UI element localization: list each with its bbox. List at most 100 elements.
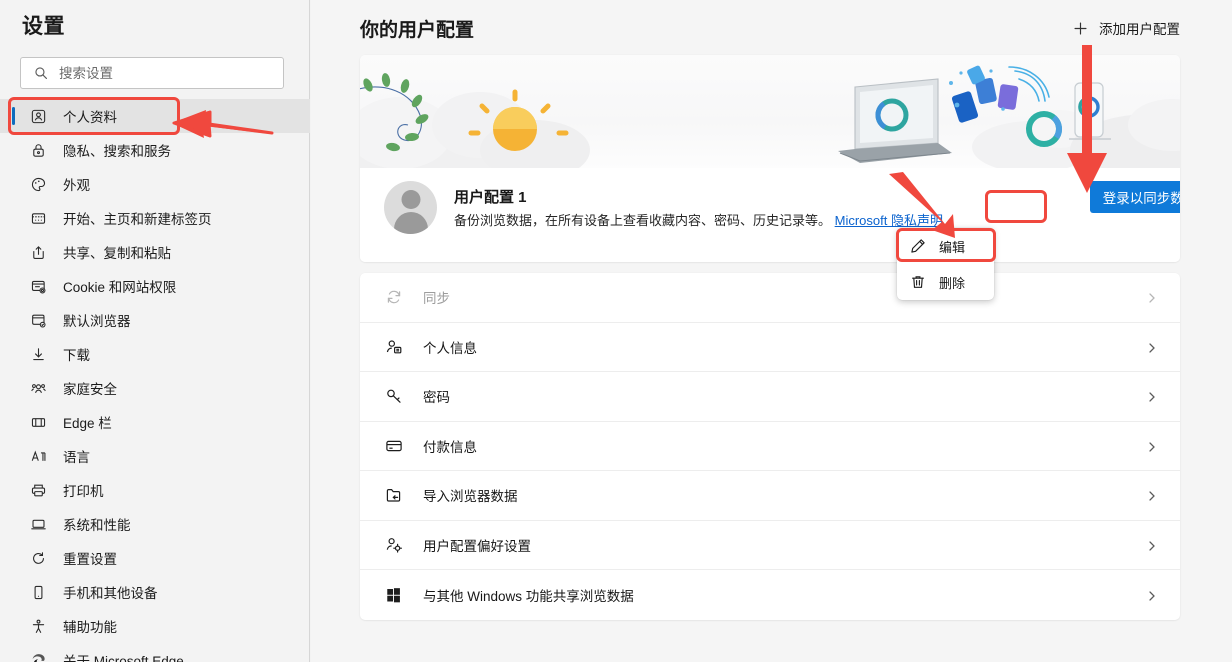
- search-box[interactable]: [20, 57, 284, 89]
- privacy-statement-link[interactable]: Microsoft 隐私声明: [835, 213, 943, 228]
- sidebar-item-share-copy-paste[interactable]: 共享、复制和粘贴: [0, 235, 310, 269]
- sidebar-item-label: 关于 Microsoft Edge: [63, 650, 184, 662]
- sidebar-item-label: 个人资料: [63, 106, 117, 126]
- profile-name: 用户配置 1: [454, 186, 527, 207]
- context-menu-item-label: 删除: [939, 273, 965, 292]
- page-title: 设置: [22, 10, 65, 40]
- list-row-share-with-windows[interactable]: 与其他 Windows 功能共享浏览数据: [360, 570, 1180, 620]
- profile-card: 用户配置 1 备份浏览数据，在所有设备上查看收藏内容、密码、历史记录等。 Mic…: [360, 55, 1180, 262]
- chevron-right-icon: [1146, 390, 1158, 402]
- chevron-right-icon: [1146, 440, 1158, 452]
- sidebar-item-languages[interactable]: 语言: [0, 439, 310, 473]
- palette-icon: [30, 176, 47, 193]
- sidebar-item-start-home-newtab[interactable]: 开始、主页和新建标签页: [0, 201, 310, 235]
- sidebar-item-accessibility[interactable]: 辅助功能: [0, 609, 310, 643]
- sidebar-item-label: Edge 栏: [63, 412, 112, 432]
- sidebar-item-label: 手机和其他设备: [63, 582, 158, 602]
- family-icon: [30, 380, 47, 397]
- window-icon: [30, 210, 47, 227]
- context-menu-item-label: 编辑: [939, 237, 965, 256]
- edge-logo-icon: [30, 652, 47, 662]
- key-icon: [384, 387, 403, 406]
- reset-icon: [30, 550, 47, 567]
- chevron-right-icon: [1146, 291, 1158, 303]
- sidebar-nav: 个人资料 隐私、搜索和服务: [0, 99, 310, 662]
- main-content: 你的用户配置 添加用户配置: [311, 0, 1232, 662]
- sidebar: 设置 个人资料: [0, 0, 310, 662]
- profile-info: 用户配置 1 备份浏览数据，在所有设备上查看收藏内容、密码、历史记录等。 Mic…: [360, 168, 1180, 262]
- trash-icon: [910, 274, 926, 290]
- search-icon: [34, 66, 48, 80]
- add-profile-button[interactable]: 添加用户配置: [1073, 18, 1180, 38]
- default-browser-icon: [30, 312, 47, 329]
- add-profile-label: 添加用户配置: [1099, 18, 1180, 38]
- sidebar-item-label: 重置设置: [63, 548, 117, 568]
- context-menu-item-delete[interactable]: 删除: [897, 264, 994, 300]
- chevron-right-icon: [1146, 341, 1158, 353]
- settings-page: 设置 个人资料: [0, 0, 1232, 662]
- avatar-shoulders: [394, 212, 428, 234]
- sidebar-item-appearance[interactable]: 外观: [0, 167, 310, 201]
- sidebar-item-printers[interactable]: 打印机: [0, 473, 310, 507]
- chevron-right-icon: [1146, 589, 1158, 601]
- sidebar-item-reset-settings[interactable]: 重置设置: [0, 541, 310, 575]
- accessibility-icon: [30, 618, 47, 635]
- cookie-permissions-icon: [30, 278, 47, 295]
- profile-context-menu: 编辑 删除: [897, 228, 994, 300]
- phone-icon: [30, 584, 47, 601]
- list-row-label: 个人信息: [423, 337, 1146, 357]
- sidebar-item-label: 共享、复制和粘贴: [63, 242, 171, 262]
- list-row-label: 用户配置偏好设置: [423, 535, 1146, 555]
- edge-bar-icon: [30, 414, 47, 431]
- import-folder-icon: [384, 486, 403, 505]
- sidebar-item-label: 语言: [63, 446, 90, 466]
- sidebar-item-about-edge[interactable]: 关于 Microsoft Edge: [0, 643, 310, 662]
- language-icon: [30, 448, 47, 465]
- sidebar-item-default-browser[interactable]: 默认浏览器: [0, 303, 310, 337]
- download-icon: [30, 346, 47, 363]
- list-row-label: 同步: [423, 287, 1146, 307]
- sign-in-sync-button[interactable]: 登录以同步数据: [1090, 181, 1180, 213]
- list-row-personal-info[interactable]: 个人信息: [360, 323, 1180, 373]
- sidebar-item-label: 默认浏览器: [63, 310, 131, 330]
- sync-icon: [384, 288, 403, 307]
- profile-settings-list: 同步 个人信息: [360, 273, 1180, 620]
- person-card-icon: [384, 337, 403, 356]
- profile-icon: [30, 108, 47, 125]
- sidebar-item-privacy[interactable]: 隐私、搜索和服务: [0, 133, 310, 167]
- chevron-right-icon: [1146, 489, 1158, 501]
- sidebar-item-label: 辅助功能: [63, 616, 117, 636]
- search-input[interactable]: [59, 59, 269, 87]
- system-icon: [30, 516, 47, 533]
- avatar-head: [401, 190, 420, 209]
- sidebar-item-label: 开始、主页和新建标签页: [63, 208, 212, 228]
- sidebar-item-family-safety[interactable]: 家庭安全: [0, 371, 310, 405]
- sidebar-item-phone-other-devices[interactable]: 手机和其他设备: [0, 575, 310, 609]
- sidebar-item-label: 下载: [63, 344, 90, 364]
- sidebar-item-label: Cookie 和网站权限: [63, 276, 176, 296]
- chevron-right-icon: [1146, 539, 1158, 551]
- pencil-icon: [910, 238, 926, 254]
- list-row-label: 密码: [423, 386, 1146, 406]
- windows-logo-icon: [384, 585, 403, 604]
- list-row-sync[interactable]: 同步: [360, 273, 1180, 323]
- lock-icon: [30, 142, 47, 159]
- person-settings-icon: [384, 535, 403, 554]
- sidebar-item-cookies-permissions[interactable]: Cookie 和网站权限: [0, 269, 310, 303]
- sidebar-item-edge-bar[interactable]: Edge 栏: [0, 405, 310, 439]
- printer-icon: [30, 482, 47, 499]
- credit-card-icon: [384, 436, 403, 455]
- sidebar-item-label: 打印机: [63, 480, 104, 500]
- sidebar-item-system-performance[interactable]: 系统和性能: [0, 507, 310, 541]
- context-menu-item-edit[interactable]: 编辑: [897, 228, 994, 264]
- list-row-passwords[interactable]: 密码: [360, 372, 1180, 422]
- list-row-payment-info[interactable]: 付款信息: [360, 422, 1180, 472]
- hero-banner-image: [360, 55, 1180, 168]
- sidebar-item-label: 家庭安全: [63, 378, 117, 398]
- list-row-label: 导入浏览器数据: [423, 485, 1146, 505]
- sidebar-item-profiles[interactable]: 个人资料: [0, 99, 310, 133]
- sidebar-item-label: 系统和性能: [63, 514, 131, 534]
- list-row-profile-preferences[interactable]: 用户配置偏好设置: [360, 521, 1180, 571]
- list-row-import-browser-data[interactable]: 导入浏览器数据: [360, 471, 1180, 521]
- sidebar-item-downloads[interactable]: 下载: [0, 337, 310, 371]
